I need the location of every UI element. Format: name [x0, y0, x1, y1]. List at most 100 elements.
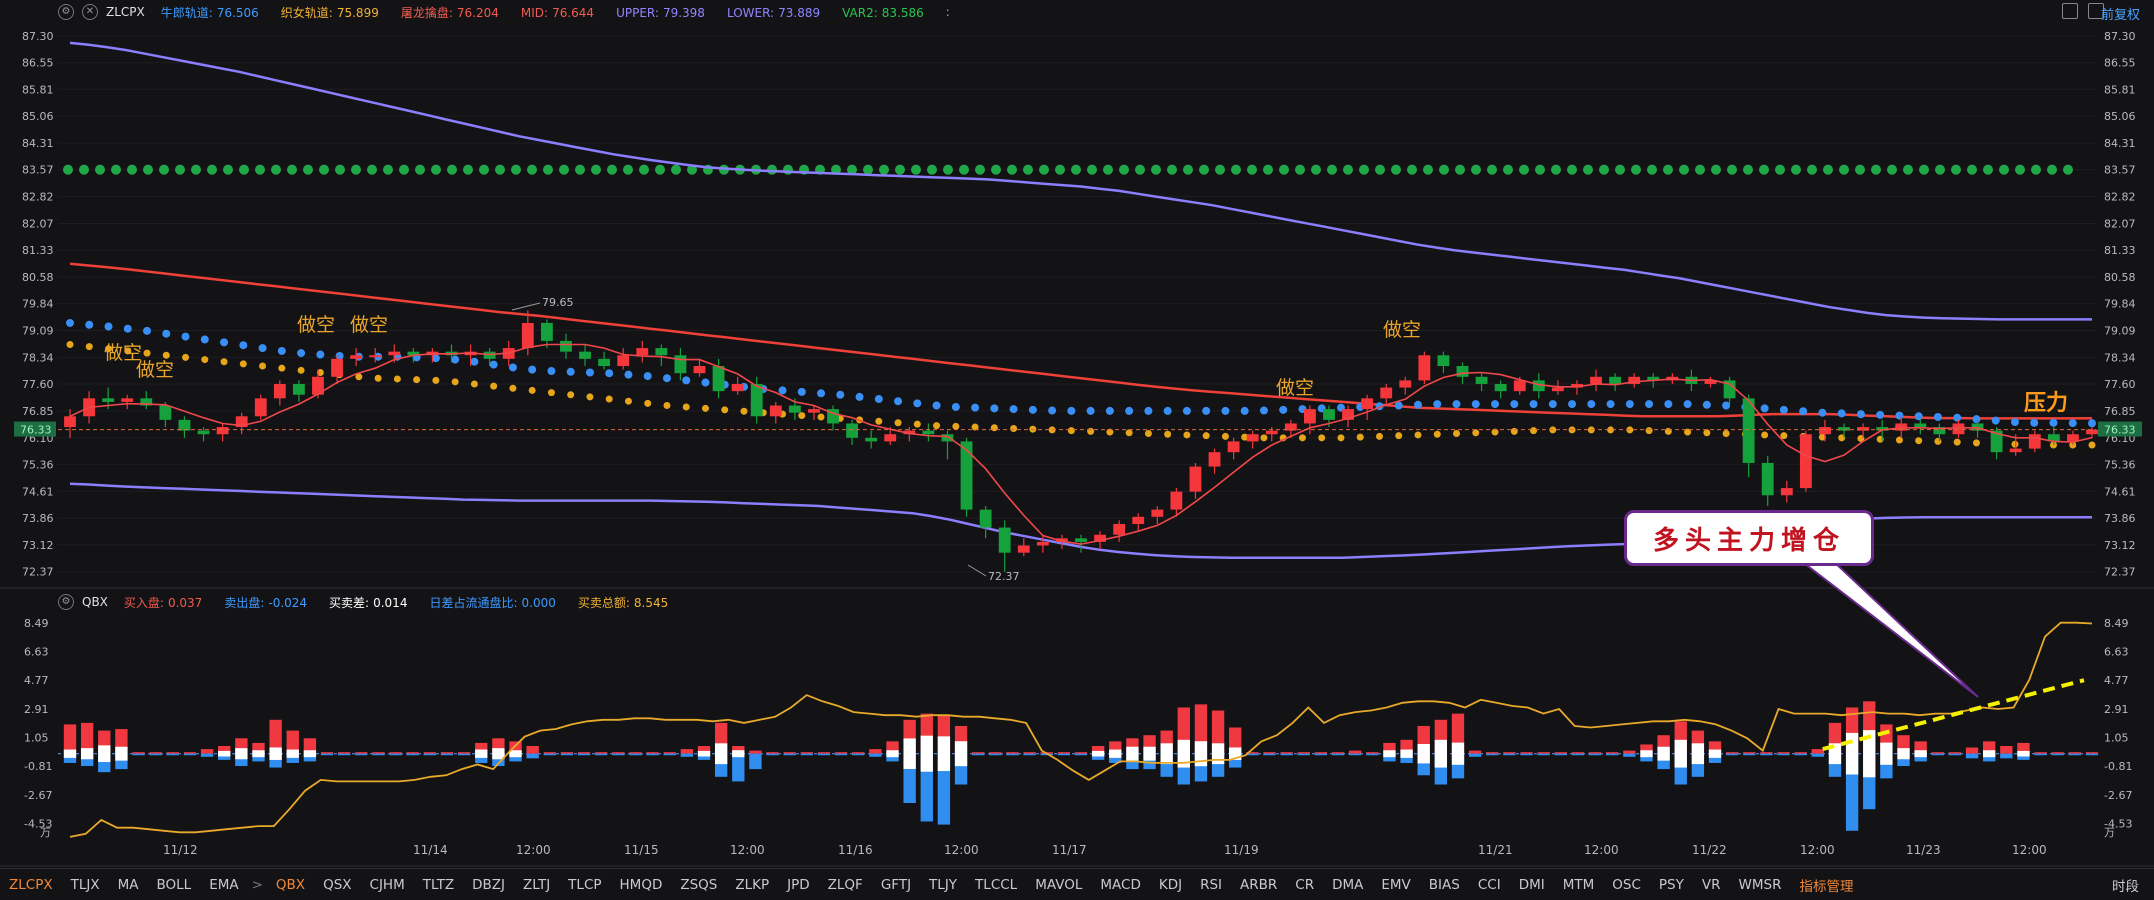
y-tick-label-right: 80.58	[2104, 271, 2136, 284]
var2-dot	[879, 164, 889, 175]
x-axis-label: 11/23	[1906, 843, 1941, 857]
sub-indicator-symbol[interactable]: QBX	[82, 595, 108, 609]
minimize-icon[interactable]	[2062, 3, 2078, 19]
tab-macd[interactable]: MACD	[1100, 877, 1140, 893]
y-tick-label-right: 79.09	[2104, 324, 2136, 337]
orange-track-dot	[1144, 430, 1152, 438]
net-bar	[235, 748, 248, 760]
tab-bias[interactable]: BIAS	[1429, 877, 1460, 893]
tab-zlcpx[interactable]: ZLCPX	[9, 877, 53, 893]
tab-zlkp[interactable]: ZLKP	[735, 877, 769, 893]
tab-cci[interactable]: CCI	[1478, 877, 1501, 893]
tab-tljy[interactable]: TLJY	[929, 877, 957, 893]
tab-qbx[interactable]: QBX	[276, 877, 305, 893]
indicator-tab-bar: ZLCPX TLJX MA BOLL EMA > QBX QSX CJHM TLTZ DBZJ Z…	[0, 868, 2154, 900]
blue-track-dot	[143, 326, 152, 335]
tab-hmqd[interactable]: HMQD	[620, 877, 663, 893]
indicator-manager-button[interactable]: 指标管理	[1799, 875, 1853, 895]
tab-kdj[interactable]: KDJ	[1159, 877, 1182, 893]
var2-dot	[1631, 164, 1641, 175]
tab-cr[interactable]: CR	[1295, 877, 1314, 893]
tab-ema[interactable]: EMA	[209, 877, 238, 893]
tab-tljx[interactable]: TLJX	[71, 877, 100, 893]
blue-track-dot	[1221, 406, 1230, 415]
tab-osc[interactable]: OSC	[1612, 877, 1641, 893]
tab-vr[interactable]: VR	[1702, 877, 1721, 893]
var2-dot	[1215, 164, 1225, 175]
tab-arbr[interactable]: ARBR	[1240, 877, 1277, 893]
var2-dot	[1583, 164, 1593, 175]
x-axis-label: 11/15	[624, 843, 659, 857]
tab-dbzj[interactable]: DBZJ	[472, 877, 505, 893]
sub-indicator-label: 日差占流通盘比:	[429, 595, 518, 610]
candle-body	[1246, 434, 1259, 442]
close-icon[interactable]: ✕	[82, 4, 98, 20]
y-tick-label-right: 73.12	[2104, 539, 2136, 552]
main-indicator-item: MID: 76.644	[521, 6, 594, 20]
tab-cjhm[interactable]: CJHM	[370, 877, 405, 893]
indicator-symbol[interactable]: ZLCPX	[106, 5, 145, 19]
tab-emv[interactable]: EMV	[1381, 877, 1410, 893]
tab-gftj[interactable]: GFTJ	[881, 877, 911, 893]
blue-track-dot	[566, 367, 575, 376]
tab-dmi[interactable]: DMI	[1519, 877, 1545, 893]
tab-mavol[interactable]: MAVOL	[1035, 877, 1082, 893]
var2-dot	[1071, 164, 1081, 175]
blue-track-dot	[470, 357, 479, 366]
var2-dot	[1279, 164, 1289, 175]
callout-box: 多头主力增仓	[1624, 510, 1874, 566]
period-button[interactable]: 时段	[2112, 875, 2139, 895]
candle-body	[1551, 387, 1564, 392]
tab-psy[interactable]: PSY	[1659, 877, 1684, 893]
candle-body	[579, 351, 591, 359]
x-axis-label: 11/19	[1224, 843, 1259, 857]
sub-y-tick-label-right: -0.81	[2104, 760, 2132, 773]
var2-dot	[1535, 164, 1545, 175]
tab-wmsr[interactable]: WMSR	[1739, 877, 1782, 893]
sell-bar	[2085, 753, 2099, 756]
var2-dot	[399, 164, 409, 175]
blue-track-dot	[508, 363, 517, 372]
net-bar	[1451, 742, 1465, 765]
tab-zltj[interactable]: ZLTJ	[523, 877, 550, 893]
buy-bar	[1537, 752, 1550, 754]
blue-track-dot	[951, 402, 960, 411]
tab-rsi[interactable]: RSI	[1200, 877, 1222, 893]
trend-line	[1822, 678, 2085, 752]
restore-toggle[interactable]: 前复权	[2101, 4, 2140, 23]
tab-jpd[interactable]: JPD	[787, 877, 810, 893]
tab-zsqs[interactable]: ZSQS	[680, 877, 717, 893]
y-tick-label-right: 72.37	[2104, 566, 2136, 579]
tab-qsx[interactable]: QSX	[323, 877, 351, 893]
orange-track-dot	[451, 378, 459, 386]
net-bar	[732, 750, 745, 758]
tab-tltz[interactable]: TLTZ	[423, 877, 454, 893]
blue-track-dot	[1837, 409, 1846, 418]
blue-track-dot	[489, 360, 498, 369]
sub-unit-label-right: 万	[2104, 826, 2115, 839]
sell-bar	[1468, 753, 1482, 757]
y-tick-label-right: 86.55	[2104, 57, 2136, 70]
chevron-right-icon[interactable]: >	[252, 877, 263, 893]
tab-dma[interactable]: DMA	[1332, 877, 1363, 893]
candle-body	[292, 383, 305, 395]
tab-tlccl[interactable]: TLCCL	[975, 877, 1017, 893]
tab-tlcp[interactable]: TLCP	[568, 877, 601, 893]
var2-dot	[207, 164, 217, 175]
tab-mtm[interactable]: MTM	[1563, 877, 1595, 893]
main-indicator-label: LOWER:	[726, 5, 775, 20]
tab-zlqf[interactable]: ZLQF	[828, 877, 863, 893]
var2-dot	[1983, 164, 1993, 175]
settings-gear-icon[interactable]: ⚙	[58, 4, 74, 20]
y-tick-label-right: 75.36	[2104, 458, 2136, 471]
chart-canvas[interactable]: 87.30 87.30 86.55 86.55 85.81 85.81 85.06 85.06…	[0, 0, 2154, 899]
sub-settings-gear-icon[interactable]: ⚙	[58, 594, 74, 610]
tab-boll[interactable]: BOLL	[156, 877, 191, 893]
blue-track-dot	[1028, 405, 1037, 414]
buy-bar	[149, 752, 162, 754]
tab-ma[interactable]: MA	[118, 877, 139, 893]
net-bar	[1400, 749, 1413, 758]
orange-track-dot	[239, 360, 247, 368]
var2-dot	[1023, 164, 1033, 175]
candle-body	[2028, 434, 2041, 449]
